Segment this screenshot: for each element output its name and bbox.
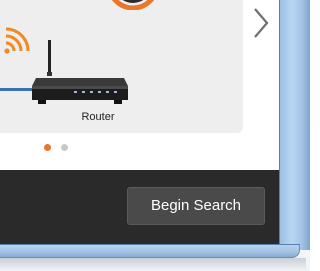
wifi-signal-icon: [4, 27, 30, 54]
app-window: Router Begin Search: [0, 0, 310, 271]
router-icon: [32, 40, 128, 104]
carousel-dot-1[interactable]: [44, 144, 51, 151]
window-border-right: [279, 0, 310, 250]
chevron-right-icon[interactable]: [250, 6, 272, 40]
network-cable: [0, 88, 34, 91]
carousel-dot-2[interactable]: [61, 144, 68, 151]
app-content: Router Begin Search: [0, 0, 279, 244]
carousel-slide: Router: [0, 0, 243, 133]
carousel-pagination: [44, 144, 68, 152]
window-border-bottom: [0, 244, 300, 258]
window-shadow: [0, 258, 306, 271]
footer-bar: Begin Search: [0, 170, 279, 244]
device-label: Router: [81, 111, 115, 123]
begin-search-button[interactable]: Begin Search: [127, 187, 265, 225]
device-circle-icon: [111, 0, 155, 10]
